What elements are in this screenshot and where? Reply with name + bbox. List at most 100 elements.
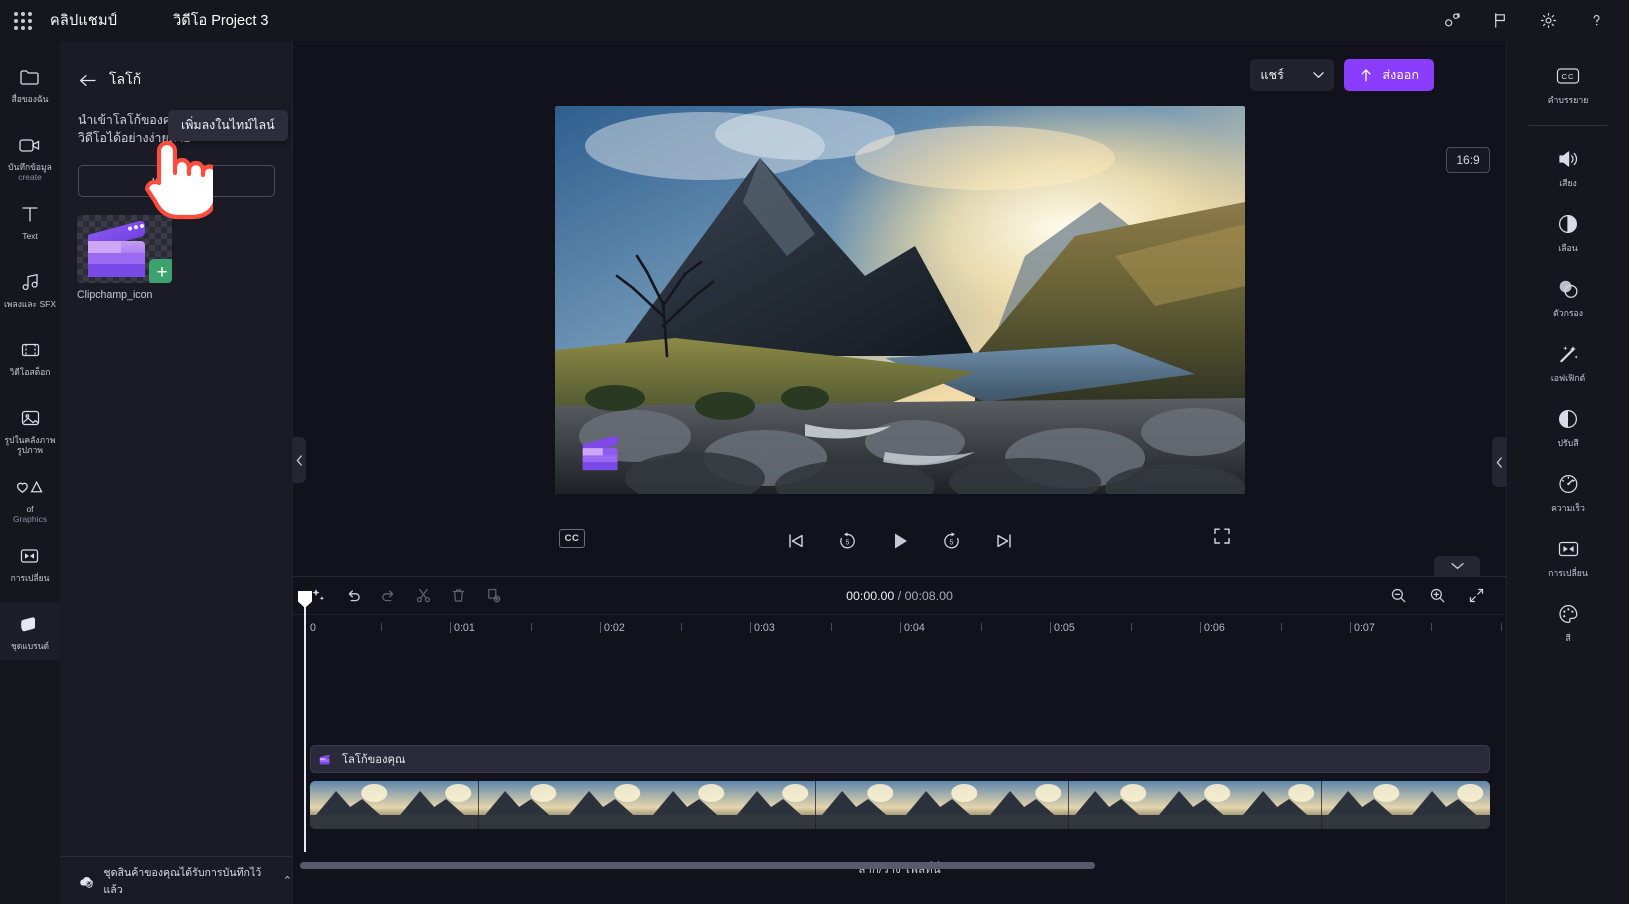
panel-item-audio[interactable]: เสียง	[1518, 138, 1618, 194]
delete-button[interactable]	[445, 582, 472, 609]
timeline-tracks: โลโก้ของคุณ ลาก/วาง ไฟล์ที่นี่	[293, 645, 1506, 876]
panel-item-label: ตัวกรอง	[1553, 308, 1583, 318]
sidebar-item-stock-image[interactable]: รูปในคลังภาพรูปภาพ	[0, 396, 60, 455]
ruler-tick: 0:07	[1350, 622, 1375, 634]
playhead[interactable]	[298, 591, 312, 852]
skip-forward-button[interactable]	[990, 527, 1018, 555]
collapse-timeline-button[interactable]	[1434, 556, 1480, 576]
panel-item-label: การเปลี่ยน	[1548, 568, 1588, 578]
trash-icon	[452, 589, 465, 602]
sidebar-item-text[interactable]: Text	[0, 192, 60, 250]
ruler-tick-label: 0:03	[754, 622, 775, 634]
svg-text:5: 5	[846, 539, 850, 546]
undo-button[interactable]	[340, 582, 367, 609]
sidebar-item-stock-video[interactable]: วิดีโอสต็อก	[0, 328, 60, 386]
aspect-ratio-button[interactable]: 16:9	[1446, 147, 1490, 173]
panel-item-filters[interactable]: ตัวกรอง	[1518, 268, 1618, 324]
brand-kit-status-bar[interactable]: ชุดสินค้าของคุณได้รับการบันทึกไว้แล้ว ⌃	[60, 856, 292, 904]
panel-item-label: เสียง	[1559, 178, 1577, 188]
timeline-ruler[interactable]: 0 0:01 0:02 0:03 0:04 0:05 0:06 0:07	[293, 615, 1506, 645]
video-preview[interactable]	[555, 106, 1245, 494]
ruler-tick: 0:01	[450, 622, 475, 634]
split-button[interactable]	[410, 582, 437, 609]
panel-item-label: สี	[1565, 633, 1571, 643]
duplicate-button[interactable]	[480, 582, 507, 609]
shapes-icon	[15, 474, 45, 500]
panel-item-adjust-color[interactable]: ปรับสี	[1518, 398, 1618, 454]
add-to-timeline-badge[interactable]: +	[149, 259, 172, 283]
transition-icon	[18, 543, 42, 569]
film-strip-icon	[19, 337, 42, 363]
sidebar-item-graphics[interactable]: of Graphics	[0, 465, 60, 524]
fullscreen-button[interactable]	[1213, 527, 1231, 550]
ruler-tick-label: 0:05	[1054, 622, 1075, 634]
fade-icon	[1556, 211, 1580, 237]
sidebar-item-label: สื่อของฉัน	[11, 94, 49, 104]
filters-icon	[1556, 276, 1581, 302]
folder-icon	[18, 64, 42, 90]
fit-icon	[1469, 588, 1484, 603]
panel-item-captions[interactable]: CC คำบรรยาย	[1518, 55, 1618, 111]
clip-thumbnail-icon	[319, 754, 330, 764]
panel-item-fade[interactable]: เลือน	[1518, 203, 1618, 259]
sidebar-item-label: ชุดแบรนด์	[10, 641, 50, 651]
cc-icon: CC	[1555, 63, 1581, 89]
timeline-scrollbar-thumb[interactable]	[300, 862, 1095, 869]
preview-frame	[555, 106, 1245, 494]
panel-item-speed[interactable]: ความเร็ว	[1518, 463, 1618, 519]
waffle-icon	[14, 11, 32, 30]
settings-button[interactable]	[1529, 2, 1567, 40]
share-button[interactable]: แชร์	[1250, 59, 1335, 91]
chevron-left-icon	[296, 454, 302, 466]
sidebar-item-record[interactable]: บันทึกข้อมูล create	[0, 123, 60, 182]
left-sidebar: สื่อของฉัน บันทึกข้อมูล create Text เพลง…	[0, 41, 60, 904]
feedback-button[interactable]	[1481, 2, 1519, 40]
ruler-tick-label: 0	[310, 622, 316, 634]
ruler-tick-label: 0:01	[454, 622, 475, 634]
sidebar-item-music-sfx[interactable]: เพลงและ SFX	[0, 260, 60, 318]
redo-button[interactable]	[375, 582, 402, 609]
logo-panel: โลโก้ นำเข้าโลโก้ของคุณเพื่อเพิ่มไปยังวิ…	[60, 41, 293, 904]
export-button[interactable]: ส่งออก	[1344, 59, 1434, 91]
time-separator: /	[894, 588, 905, 603]
skip-back-button[interactable]	[782, 527, 810, 555]
zoom-out-button[interactable]	[1385, 582, 1412, 609]
media-item-clipchamp-icon[interactable]: + Clipchamp_icon	[77, 215, 172, 301]
media-grid: + Clipchamp_icon เพิ่มลงในไทม์ไลน์	[60, 110, 292, 301]
panel-item-label: ปรับสี	[1557, 438, 1579, 448]
camera-icon	[17, 132, 43, 158]
collaborate-button[interactable]	[1433, 2, 1471, 40]
play-button[interactable]	[886, 527, 914, 555]
ruler-tick-label: 0:06	[1204, 622, 1225, 634]
chevron-down-icon	[1313, 72, 1325, 79]
sidebar-item-media[interactable]: สื่อของฉัน	[0, 55, 60, 113]
rewind-5-button[interactable]: 5	[834, 527, 862, 555]
fit-to-timeline-button[interactable]	[1463, 582, 1490, 609]
sidebar-item-transitions[interactable]: การเปลี่ยน	[0, 534, 60, 592]
timeline-clip-logo[interactable]: โลโก้ของคุณ	[310, 745, 1490, 773]
ruler-tick: 0:03	[750, 622, 775, 634]
video-thumb-frame	[815, 781, 901, 829]
panel-item-color[interactable]: สี	[1518, 593, 1618, 649]
sidebar-item-brand-kit[interactable]: ชุดแบรนด์	[0, 602, 60, 660]
chevron-up-icon[interactable]: ⌃	[283, 874, 292, 887]
forward-5-button[interactable]: 5	[938, 527, 966, 555]
sidebar-item-sublabel: Graphics	[12, 514, 47, 524]
collapse-left-panel-button[interactable]	[293, 437, 306, 483]
gear-icon	[1540, 12, 1556, 29]
project-title[interactable]: วิดีโอ Project 3	[173, 9, 268, 32]
zoom-in-button[interactable]	[1424, 582, 1451, 609]
panel-item-effects[interactable]: เอฟเฟิกต์	[1518, 333, 1618, 389]
panel-item-transition[interactable]: การเปลี่ยน	[1518, 528, 1618, 584]
back-button[interactable]	[78, 73, 97, 88]
preview-logo-overlay[interactable]	[576, 432, 634, 474]
timeline-scrollbar[interactable]	[300, 862, 1496, 869]
timeline-clip-video[interactable]	[310, 781, 1490, 829]
app-launcher-button[interactable]	[0, 0, 46, 41]
brand-name: คลิปแชมป์	[50, 13, 118, 29]
video-thumb-frame	[1321, 781, 1406, 829]
help-button[interactable]	[1577, 2, 1615, 40]
collapse-right-panel-button[interactable]	[1492, 437, 1506, 487]
contrast-icon	[1556, 406, 1580, 432]
video-thumb-frame	[1068, 781, 1153, 829]
